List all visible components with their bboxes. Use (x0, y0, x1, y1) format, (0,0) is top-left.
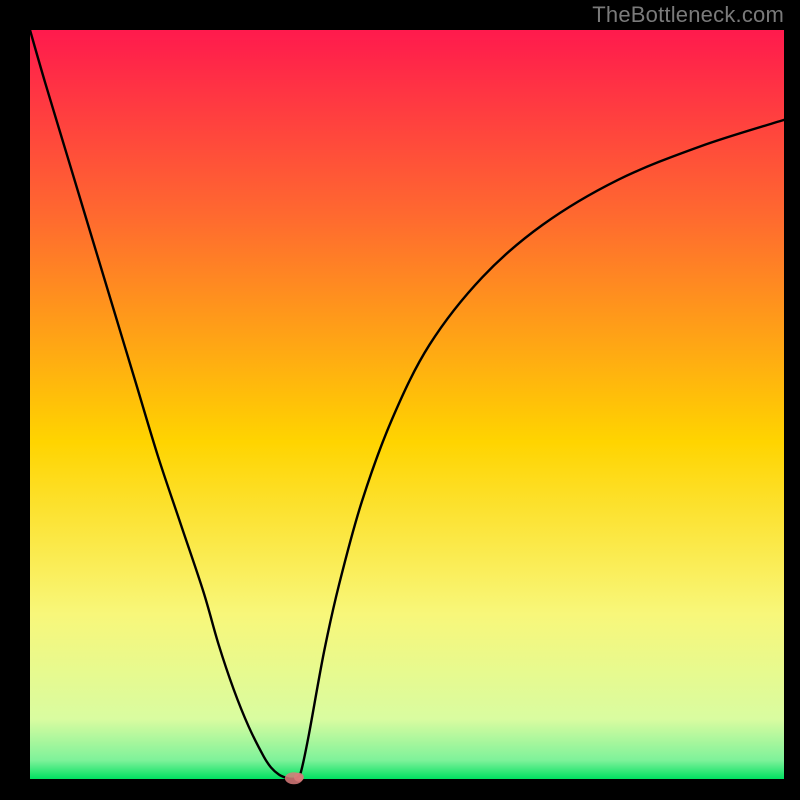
chart-frame: TheBottleneck.com (0, 0, 800, 800)
bottleneck-chart (0, 0, 800, 800)
optimal-point-marker (285, 772, 304, 784)
